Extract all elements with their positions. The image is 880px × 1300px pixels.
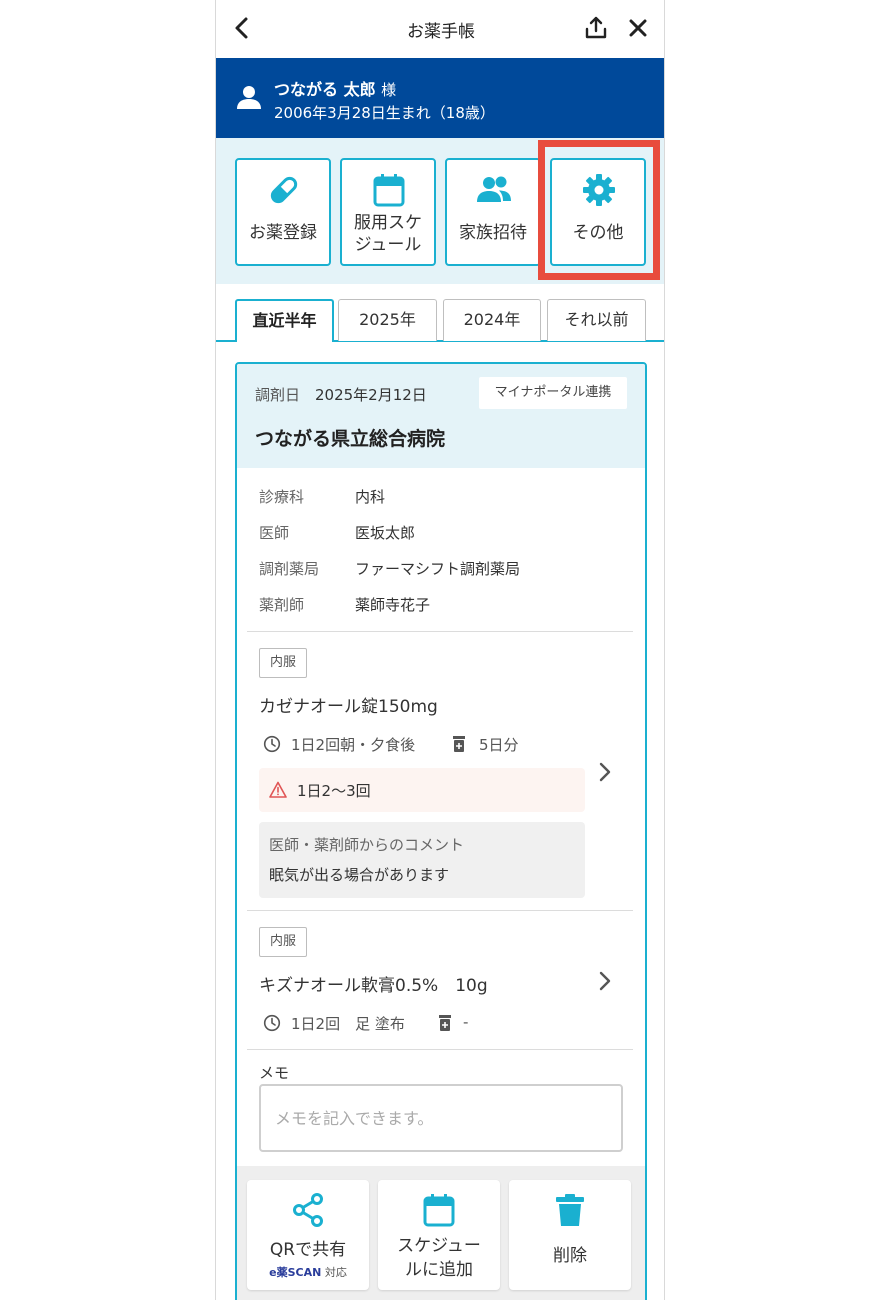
user-name-line: つながる 太郎 様 <box>274 76 396 100</box>
info-label-pharmacy: 調剤薬局 <box>259 560 320 578</box>
drug-name: カゼナオール錠150mg <box>259 697 438 717</box>
info-value-pharmacist: 薬師寺花子 <box>355 596 431 614</box>
drug-dosage: 1日2回 足 塗布 <box>291 1015 405 1033</box>
dispense-date: 2025年2月12日 <box>315 386 427 404</box>
trash-icon <box>556 1194 584 1226</box>
menu-schedule-button[interactable]: 服用スケ ジュール <box>340 158 436 266</box>
menu-panel: お薬登録 服用スケ ジュール 家族招待 その他 <box>216 138 664 284</box>
source-badge: マイナポータル連携 <box>479 377 627 409</box>
drug-dosage: 1日2回朝・夕食後 <box>291 736 416 754</box>
highlight-frame <box>538 140 660 280</box>
comment-text: 眠気が出る場合があります <box>269 866 450 884</box>
dispense-date-label: 調剤日 <box>255 386 301 404</box>
menu-label: 家族招待 <box>459 223 527 243</box>
info-label-department: 診療科 <box>259 488 305 506</box>
clock-icon <box>263 1014 281 1032</box>
menu-label: お薬登録 <box>249 223 317 243</box>
info-label-pharmacist: 薬剤師 <box>259 596 305 614</box>
warning-icon <box>269 781 287 798</box>
e-kusuri-scan-logo: e薬SCAN 対応 <box>247 1264 369 1280</box>
warning-box: 1日2〜3回 <box>259 768 585 812</box>
app-header: お薬手帳 <box>216 0 664 58</box>
user-birthdate: 2006年3月28日生まれ（18歳） <box>274 104 495 122</box>
divider <box>247 910 633 911</box>
add-to-schedule-button[interactable]: スケジュー ルに追加 <box>378 1180 500 1290</box>
hospital-name: つながる県立総合病院 <box>255 428 446 450</box>
comment-label: 医師・薬剤師からのコメント <box>269 836 465 854</box>
info-label-doctor: 医師 <box>259 524 290 542</box>
record-header: 調剤日 2025年2月12日 マイナポータル連携 つながる県立総合病院 <box>237 364 645 468</box>
menu-family-invite-button[interactable]: 家族招待 <box>445 158 541 266</box>
medicine-bottle-icon <box>439 1015 451 1031</box>
menu-label: 服用スケ ジュール <box>342 212 434 256</box>
info-value-department: 内科 <box>355 488 386 506</box>
tab-earlier[interactable]: それ以前 <box>547 299 646 341</box>
user-banner: つながる 太郎 様 2006年3月28日生まれ（18歳） <box>216 58 664 138</box>
menu-label-line: ジュール <box>354 235 422 255</box>
drug-kind-badge: 内服 <box>259 648 307 678</box>
qr-share-label: QRで共有 <box>269 1240 347 1260</box>
calendar-icon <box>423 1194 455 1227</box>
drug-kind-badge: 内服 <box>259 927 307 957</box>
user-name: つながる 太郎 <box>274 80 376 99</box>
qr-share-button[interactable]: QRで共有 e薬SCAN 対応 <box>247 1180 369 1290</box>
comment-box: 医師・薬剤師からのコメント 眠気が出る場合があります <box>259 822 585 898</box>
tab-recent-half-year[interactable]: 直近半年 <box>235 299 334 344</box>
menu-label-line: 服用スケ <box>354 213 422 233</box>
menu-medicine-register-button[interactable]: お薬登録 <box>235 158 331 266</box>
tab-2024[interactable]: 2024年 <box>443 299 541 341</box>
scan-brand: e薬SCAN <box>269 1266 322 1279</box>
delete-button[interactable]: 削除 <box>509 1180 631 1290</box>
user-icon <box>237 86 261 109</box>
prescription-record-card: 調剤日 2025年2月12日 マイナポータル連携 つながる県立総合病院 診療科 … <box>235 362 647 1300</box>
calendar-icon <box>373 174 405 207</box>
user-honorific: 様 <box>381 81 397 99</box>
year-tabs: 直近半年 2025年 2024年 それ以前 <box>216 284 664 344</box>
share-icon <box>293 1193 323 1227</box>
scan-suffix: 対応 <box>324 1266 347 1279</box>
close-icon[interactable] <box>624 14 652 42</box>
drug-name: キズナオール軟膏0.5% 10g <box>259 976 488 996</box>
share-upload-icon[interactable] <box>582 14 610 42</box>
medicine-bottle-icon <box>453 736 465 752</box>
memo-input[interactable] <box>259 1084 623 1152</box>
record-actions: QRで共有 e薬SCAN 対応 スケジュー ルに追加 削除 <box>237 1166 645 1300</box>
clock-icon <box>263 735 281 753</box>
info-value-doctor: 医坂太郎 <box>355 524 416 542</box>
drug-days: - <box>463 1013 469 1031</box>
info-value-pharmacy: ファーマシフト調剤薬局 <box>355 560 521 578</box>
tab-2025[interactable]: 2025年 <box>338 299 437 341</box>
divider <box>247 631 633 632</box>
memo-label: メモ <box>259 1064 290 1082</box>
label-line: ルに追加 <box>405 1260 473 1280</box>
label-line: スケジュー <box>397 1236 481 1256</box>
people-icon <box>477 176 511 202</box>
add-to-schedule-label: スケジュー ルに追加 <box>378 1234 500 1282</box>
chevron-right-icon[interactable] <box>595 760 615 784</box>
phone-screen: お薬手帳 つながる 太郎 様 2006年3月28日生まれ（18歳） お薬登録 服… <box>215 0 665 1300</box>
drug-days: 5日分 <box>479 736 519 754</box>
delete-label: 削除 <box>553 1246 587 1266</box>
chevron-right-icon[interactable] <box>595 969 615 993</box>
divider <box>247 1049 633 1050</box>
warning-text: 1日2〜3回 <box>297 782 371 800</box>
capsule-icon <box>270 176 298 204</box>
